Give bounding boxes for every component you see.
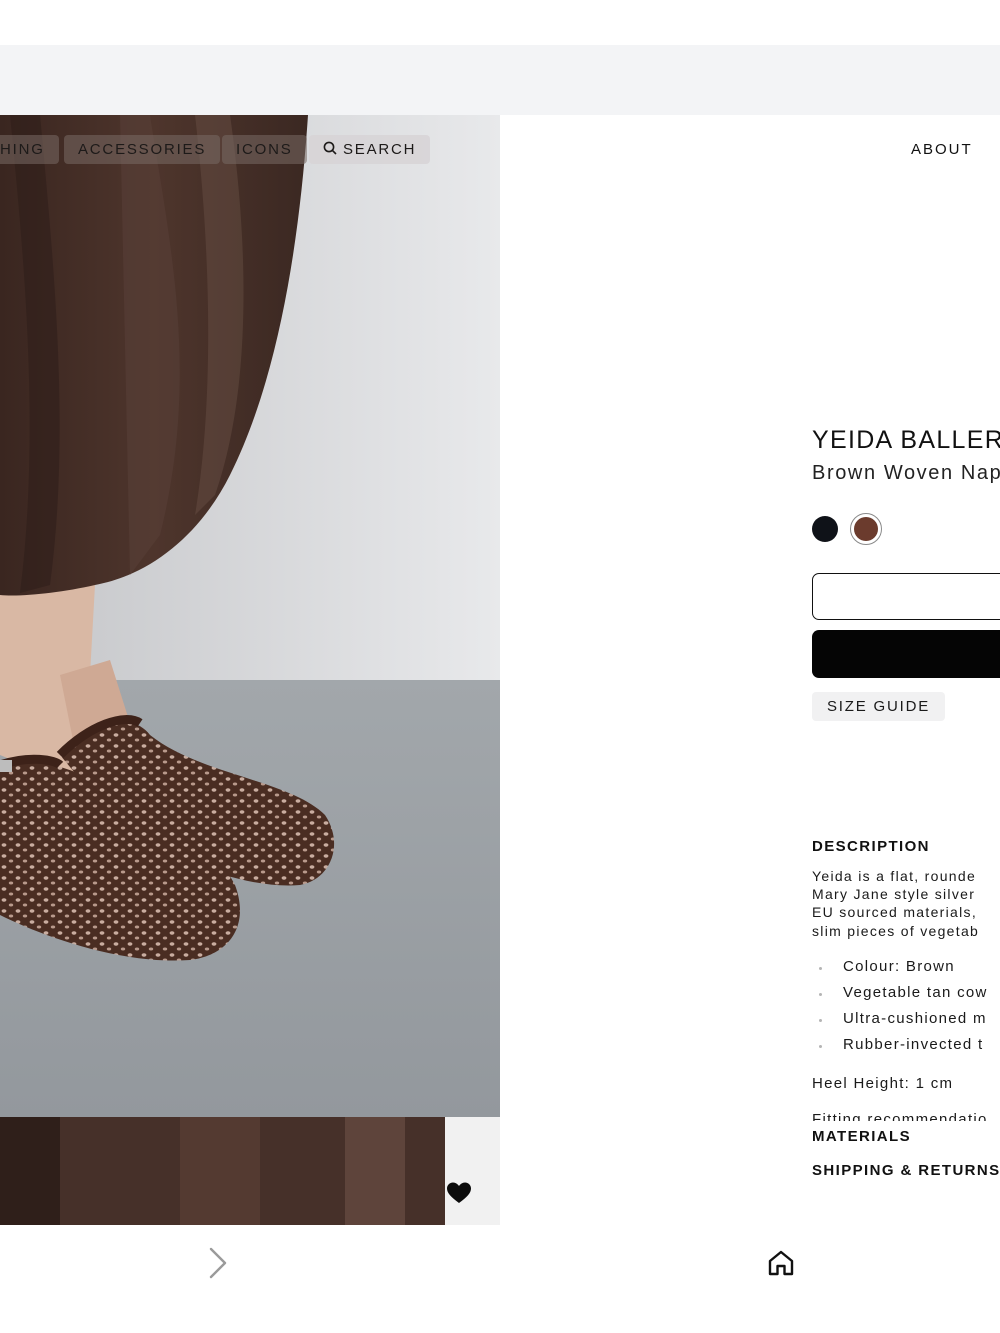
nav-item-label: HING (0, 141, 45, 158)
nav-search-button[interactable]: SEARCH (309, 135, 431, 165)
nav-item-label: ACCESSORIES (78, 141, 207, 158)
product-details-panel: ABOUT YEIDA BALLER Brown Woven Nap SIZE … (500, 115, 1000, 1225)
spec-item: Rubber-invected t (812, 1036, 988, 1062)
description-line: slim pieces of vegetab (812, 922, 980, 939)
product-title: YEIDA BALLER (812, 426, 1000, 454)
product-photo-thumbnail[interactable] (0, 1117, 500, 1225)
nav-about-link[interactable]: ABOUT (911, 141, 973, 158)
materials-accordion[interactable]: MATERIALS (812, 1128, 911, 1145)
fitting-recommendation-text: Fitting recommendatio (812, 1111, 988, 1121)
description-line: EU sourced materials, (812, 904, 978, 921)
spec-item: Vegetable tan cow (812, 984, 988, 1010)
size-guide-button[interactable]: SIZE GUIDE (812, 692, 946, 721)
spec-item: Ultra-cushioned m (812, 1010, 988, 1036)
size-select[interactable] (812, 573, 1000, 620)
search-icon (323, 136, 337, 165)
description-heading: DESCRIPTION (812, 838, 930, 855)
thumbnail-image (0, 1117, 500, 1225)
nav-item-clothing[interactable]: HING (0, 135, 59, 164)
nav-search-label: SEARCH (343, 141, 417, 158)
product-photo-main[interactable] (0, 115, 500, 1117)
chevron-right-icon[interactable] (208, 1246, 228, 1280)
wishlist-heart-icon[interactable] (446, 1181, 472, 1205)
nav-item-icons[interactable]: ICONS (222, 135, 307, 164)
browser-bottom-toolbar (0, 1225, 1000, 1333)
add-to-bag-button[interactable] (812, 630, 1000, 678)
spec-list: Colour: Brown Vegetable tan cow Ultra-cu… (812, 958, 988, 1062)
description-text: Yeida is a flat, rounde Mary Jane style … (812, 867, 1000, 940)
nav-item-accessories[interactable]: ACCESSORIES (64, 135, 221, 164)
browser-address-strip (0, 45, 1000, 115)
description-line: Yeida is a flat, rounde (812, 868, 977, 884)
nav-item-label: ICONS (236, 141, 293, 158)
product-subtitle: Brown Woven Nap (812, 462, 1000, 484)
colour-swatch-black[interactable] (812, 516, 838, 542)
shipping-returns-accordion[interactable]: SHIPPING & RETURNS (812, 1162, 1000, 1179)
fitting-recommendation: Fitting recommendatio (812, 1111, 1000, 1121)
product-photo-image (0, 115, 500, 1117)
description-line: Mary Jane style silver (812, 886, 976, 903)
status-bar (0, 0, 1000, 45)
home-icon[interactable] (767, 1249, 795, 1277)
heel-height: Heel Height: 1 cm (812, 1075, 954, 1092)
colour-swatch-brown[interactable] (854, 517, 878, 541)
spec-item: Colour: Brown (812, 958, 988, 984)
